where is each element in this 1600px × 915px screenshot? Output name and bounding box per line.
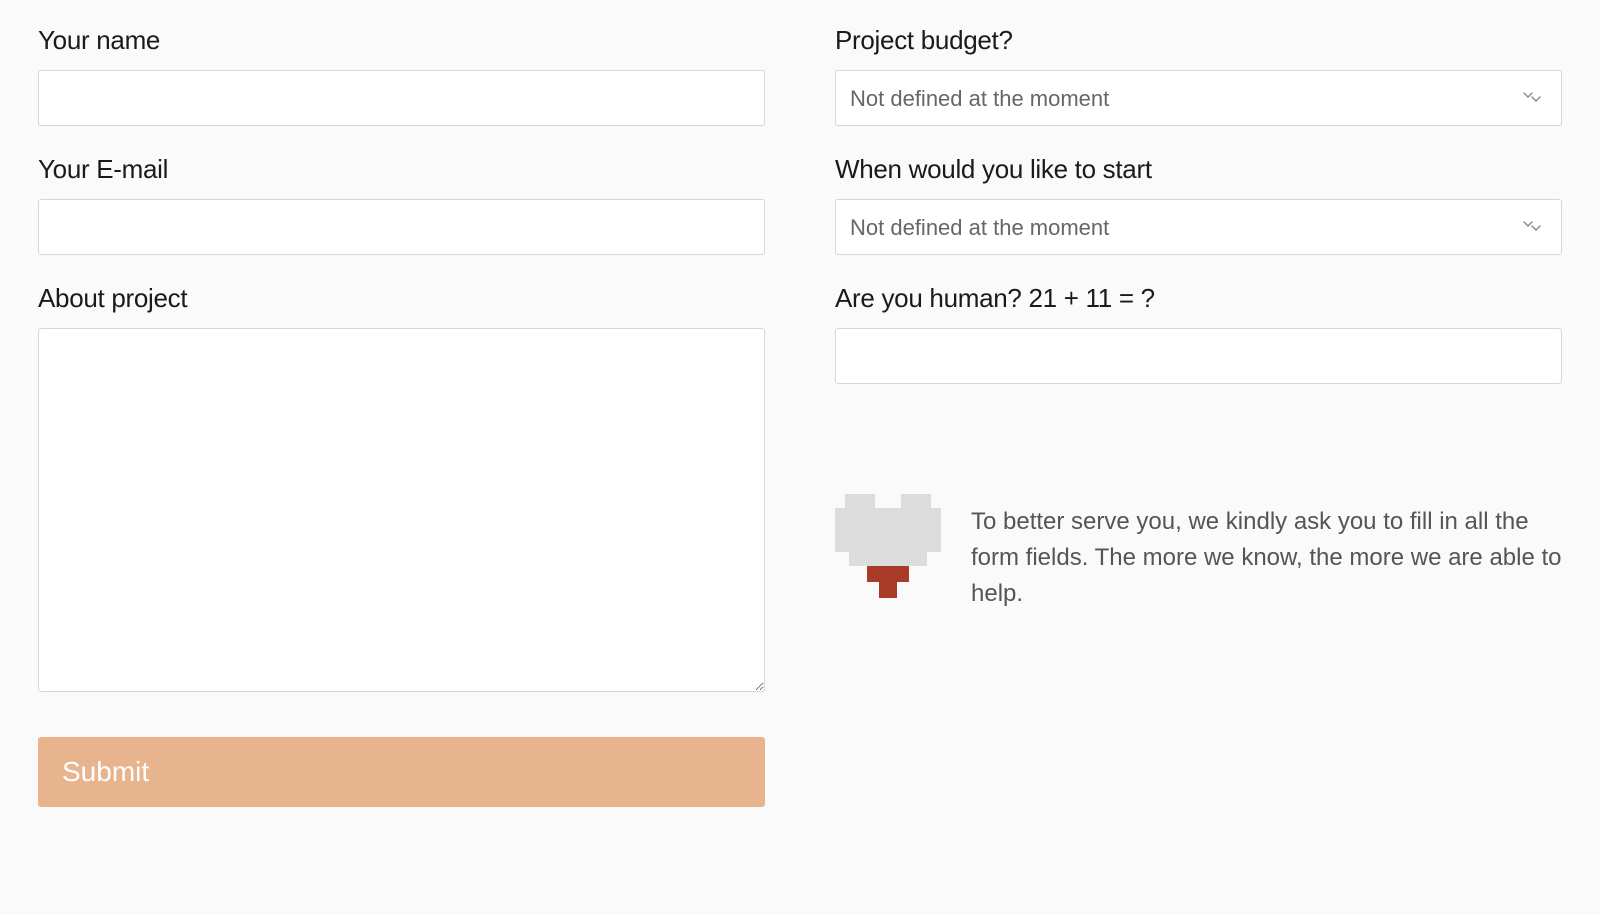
submit-button[interactable]: Submit	[38, 737, 765, 807]
about-textarea[interactable]	[38, 328, 765, 692]
about-group: About project	[38, 283, 765, 697]
help-note: To better serve you, we kindly ask you t…	[835, 494, 1562, 612]
heart-pixel-icon	[835, 494, 941, 598]
captcha-label: Are you human? 21 + 11 = ?	[835, 283, 1562, 314]
form-right-column: Project budget? Not defined at the momen…	[835, 25, 1562, 807]
email-input[interactable]	[38, 199, 765, 255]
help-text: To better serve you, we kindly ask you t…	[971, 494, 1562, 612]
name-label: Your name	[38, 25, 765, 56]
budget-select-wrapper: Not defined at the moment	[835, 70, 1562, 126]
email-label: Your E-mail	[38, 154, 765, 185]
budget-group: Project budget? Not defined at the momen…	[835, 25, 1562, 126]
start-label: When would you like to start	[835, 154, 1562, 185]
budget-label: Project budget?	[835, 25, 1562, 56]
captcha-group: Are you human? 21 + 11 = ?	[835, 283, 1562, 384]
form-left-column: Your name Your E-mail About project Subm…	[38, 25, 765, 807]
contact-form: Your name Your E-mail About project Subm…	[38, 25, 1562, 807]
start-select-wrapper: Not defined at the moment	[835, 199, 1562, 255]
start-select[interactable]: Not defined at the moment	[835, 199, 1562, 255]
name-group: Your name	[38, 25, 765, 126]
email-group: Your E-mail	[38, 154, 765, 255]
budget-select[interactable]: Not defined at the moment	[835, 70, 1562, 126]
about-label: About project	[38, 283, 765, 314]
captcha-input[interactable]	[835, 328, 1562, 384]
name-input[interactable]	[38, 70, 765, 126]
start-group: When would you like to start Not defined…	[835, 154, 1562, 255]
